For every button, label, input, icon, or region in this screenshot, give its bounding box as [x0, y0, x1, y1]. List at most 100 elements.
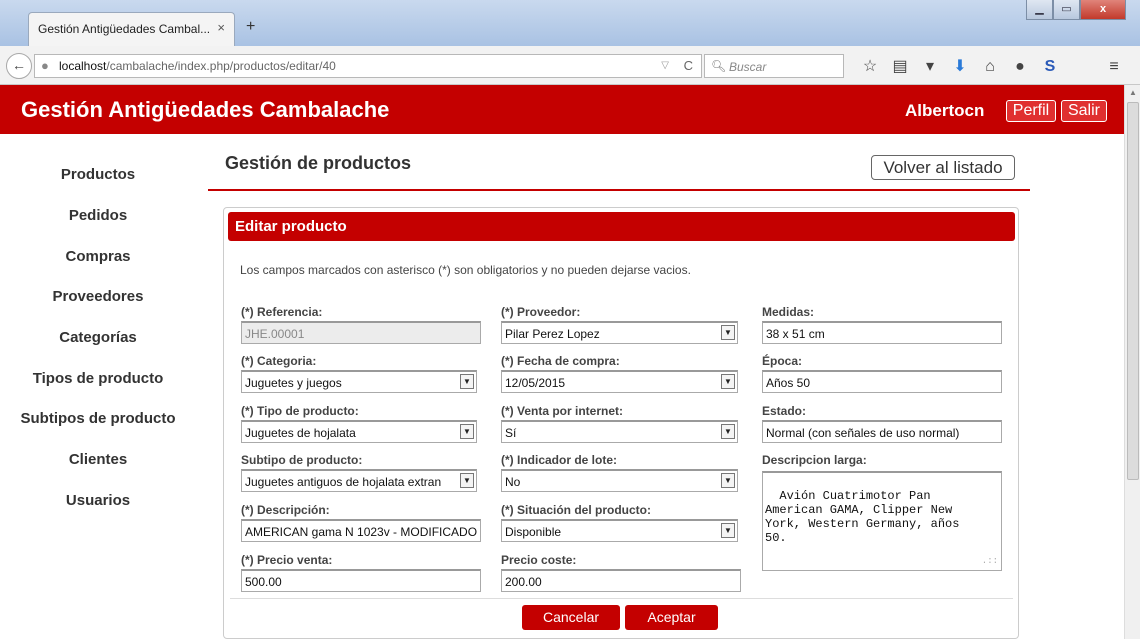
sidebar-item-pedidos[interactable]: Pedidos [0, 207, 196, 224]
fecha-compra-select[interactable]: 12/05/2015 ▼ [501, 370, 738, 393]
descripcion-larga-textarea[interactable]: Avión Cuatrimotor Pan American GAMA, Cli… [762, 471, 1002, 571]
chevron-down-icon: ▼ [721, 325, 735, 340]
descripcion-larga-label: Descripcion larga: [762, 453, 867, 467]
medidas-field[interactable]: 38 x 51 cm [762, 321, 1002, 344]
scroll-thumb[interactable] [1127, 102, 1139, 480]
situacion-select[interactable]: Disponible ▼ [501, 519, 738, 542]
new-tab-icon[interactable]: + [246, 18, 255, 36]
categoria-value: Juguetes y juegos [245, 376, 342, 390]
panel-header: Editar producto [228, 212, 1015, 241]
precio-venta-label: (*) Precio venta: [241, 553, 333, 567]
categoria-select[interactable]: Juguetes y juegos ▼ [241, 370, 477, 393]
sidebar-item-subtipos[interactable]: Subtipos de producto [0, 410, 196, 427]
sync-icon[interactable]: S [1040, 59, 1060, 75]
browser-navbar: ← ● localhost/cambalache/index.php/produ… [0, 46, 1140, 85]
estado-label: Estado: [762, 404, 807, 418]
maximize-button[interactable]: ▭ [1053, 0, 1080, 20]
chat-icon[interactable]: ● [1010, 59, 1030, 75]
indicador-lote-value: No [505, 475, 521, 489]
medidas-label: Medidas: [762, 305, 815, 319]
bookmark-star-icon[interactable]: ☆ [860, 59, 880, 75]
sidebar-item-compras[interactable]: Compras [0, 248, 196, 265]
cancel-button[interactable]: Cancelar [522, 605, 620, 630]
categoria-label: (*) Categoria: [241, 354, 317, 368]
search-input[interactable]: 🔍︎ Buscar [704, 54, 844, 78]
descripcion-larga-value: Avión Cuatrimotor Pan American GAMA, Cli… [765, 489, 960, 545]
globe-icon: ● [41, 58, 49, 73]
url-host: localhost [59, 59, 107, 73]
browser-title-bar: Gestión Antigüedades Cambal... × + ▁ ▭ x [0, 0, 1140, 46]
search-icon: 🔍︎ [711, 59, 727, 73]
chevron-down-icon: ▼ [721, 473, 735, 488]
accept-button[interactable]: Aceptar [625, 605, 718, 630]
url-bar[interactable]: ● localhost/cambalache/index.php/product… [34, 54, 702, 78]
estado-field[interactable]: Normal (con señales de uso normal) [762, 420, 1002, 443]
title-divider [208, 189, 1030, 191]
sidebar-item-categorias[interactable]: Categorías [0, 329, 196, 346]
form-divider [230, 598, 1013, 599]
chevron-down-icon: ▼ [460, 424, 474, 439]
indicador-lote-label: (*) Indicador de lote: [501, 453, 618, 467]
proveedor-value: Pilar Perez Lopez [505, 327, 600, 341]
proveedor-select[interactable]: Pilar Perez Lopez ▼ [501, 321, 738, 344]
venta-internet-select[interactable]: Sí ▼ [501, 420, 738, 443]
epoca-label: Época: [762, 354, 803, 368]
venta-internet-value: Sí [505, 426, 517, 440]
chevron-down-icon: ▼ [721, 374, 735, 389]
sidebar-item-clientes[interactable]: Clientes [0, 451, 196, 468]
referencia-label: (*) Referencia: [241, 305, 323, 319]
home-icon[interactable]: ⌂ [980, 59, 1000, 75]
pocket-icon[interactable]: ▾ [920, 59, 940, 75]
tipo-select[interactable]: Juguetes de hojalata ▼ [241, 420, 477, 443]
minimize-button[interactable]: ▁ [1026, 0, 1053, 20]
chevron-down-icon: ▼ [460, 473, 474, 488]
scroll-up-icon[interactable]: ▲ [1129, 88, 1137, 97]
fecha-compra-label: (*) Fecha de compra: [501, 354, 620, 368]
page-scrollbar[interactable]: ▲ [1124, 85, 1140, 639]
indicador-lote-select[interactable]: No ▼ [501, 469, 738, 492]
tipo-label: (*) Tipo de producto: [241, 404, 359, 418]
fecha-compra-value: 12/05/2015 [505, 376, 566, 390]
user-name: Albertocn [905, 101, 985, 120]
back-arrow-icon[interactable]: ← [6, 53, 32, 79]
reload-icon[interactable]: C [684, 58, 693, 73]
precio-venta-field[interactable]: 500.00 [241, 569, 481, 592]
precio-coste-label: Precio coste: [501, 553, 577, 567]
epoca-field[interactable]: Años 50 [762, 370, 1002, 393]
chevron-down-icon: ▼ [721, 523, 735, 538]
tab-title: Gestión Antigüedades Cambal... [38, 22, 211, 36]
tipo-value: Juguetes de hojalata [245, 426, 356, 440]
precio-coste-field[interactable]: 200.00 [501, 569, 741, 592]
sidebar-item-productos[interactable]: Productos [0, 166, 196, 183]
url-text: localhost/cambalache/index.php/productos… [59, 59, 336, 73]
download-icon[interactable]: ⬇ [950, 59, 970, 75]
descripcion-label: (*) Descripción: [241, 503, 330, 517]
chevron-down-icon: ▼ [460, 374, 474, 389]
tab-close-icon[interactable]: × [217, 20, 225, 35]
sidebar-item-proveedores[interactable]: Proveedores [0, 288, 196, 305]
menu-icon[interactable]: ≡ [1104, 59, 1124, 75]
browser-tab[interactable]: Gestión Antigüedades Cambal... × [28, 12, 235, 46]
site-title: Gestión Antigüedades Cambalache [21, 97, 390, 122]
window-close-button[interactable]: x [1080, 0, 1126, 20]
page-title: Gestión de productos [225, 153, 412, 173]
proveedor-label: (*) Proveedor: [501, 305, 581, 319]
url-path: /cambalache/index.php/productos/editar/4… [106, 59, 336, 73]
logout-button[interactable]: Salir [1061, 100, 1107, 122]
url-dropdown-icon[interactable]: ▽ [661, 60, 669, 71]
referencia-field: JHE.00001 [241, 321, 481, 344]
venta-internet-label: (*) Venta por internet: [501, 404, 624, 418]
required-notice: Los campos marcados con asterisco (*) so… [240, 263, 691, 277]
sidebar-item-usuarios[interactable]: Usuarios [0, 492, 196, 509]
situacion-value: Disponible [505, 525, 562, 539]
resize-grip-icon[interactable]: .:: [982, 554, 998, 568]
sidebar-item-tipos[interactable]: Tipos de producto [0, 370, 196, 387]
subtipo-label: Subtipo de producto: [241, 453, 363, 467]
situacion-label: (*) Situación del producto: [501, 503, 651, 517]
descripcion-field[interactable]: AMERICAN gama N 1023v - MODIFICADO [241, 519, 481, 542]
subtipo-value: Juguetes antiguos de hojalata extran [245, 475, 442, 489]
profile-button[interactable]: Perfil [1006, 100, 1056, 122]
reading-list-icon[interactable]: ▤ [890, 59, 910, 75]
subtipo-select[interactable]: Juguetes antiguos de hojalata extran ▼ [241, 469, 477, 492]
back-to-list-button[interactable]: Volver al listado [871, 155, 1015, 180]
